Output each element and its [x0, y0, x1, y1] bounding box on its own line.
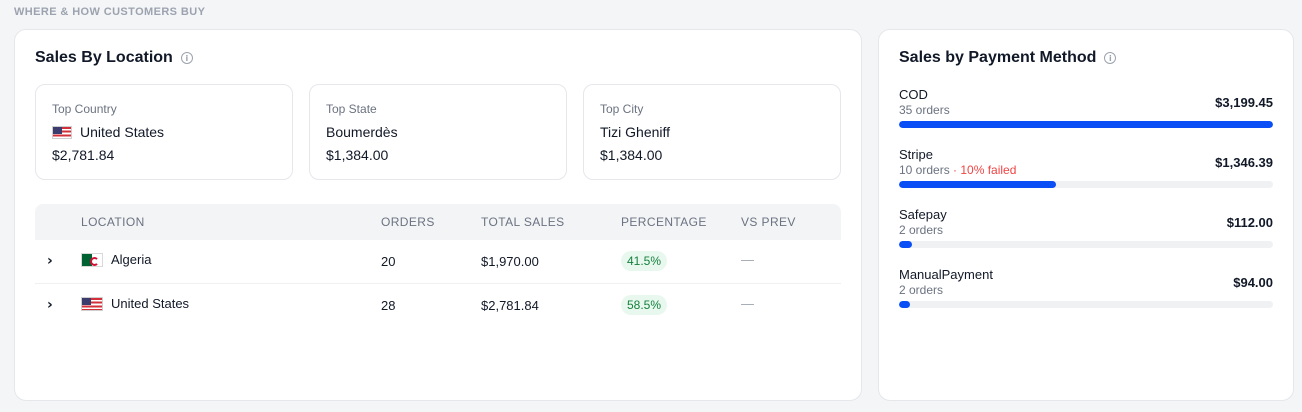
payment-method-name: Safepay: [899, 207, 947, 222]
payment-method-name: COD: [899, 87, 928, 102]
top-city-label: Top City: [600, 102, 644, 116]
top-city-box: Top City Tizi Gheniff $1,384.00: [583, 84, 841, 180]
top-state-box: Top State Boumerdès $1,384.00: [309, 84, 567, 180]
us-flag-icon: [81, 296, 103, 311]
payment-method-amount: $1,346.39: [1215, 155, 1273, 170]
orders-cell: 28: [381, 298, 396, 313]
column-header-percentage[interactable]: PERCENTAGE: [621, 215, 707, 229]
column-header-total-sales[interactable]: TOTAL SALES: [481, 215, 565, 229]
top-state-value: Boumerdès: [326, 124, 398, 140]
info-icon[interactable]: i: [180, 52, 193, 64]
card-title: Sales by Payment Method i: [899, 49, 1117, 67]
us-flag-icon: [52, 125, 72, 139]
vs-prev-cell: —: [741, 252, 754, 267]
sales-by-payment-method-title: Sales by Payment Method: [899, 49, 1097, 66]
percentage-badge: 58.5%: [621, 295, 668, 315]
top-country-value: United States: [80, 124, 165, 140]
orders-count: 35 orders: [899, 103, 950, 117]
sales-by-payment-method-card: Sales by Payment Method i COD 35 orders …: [878, 29, 1294, 401]
payment-method-name: Stripe: [899, 147, 933, 162]
top-city-value: Tizi Gheniff: [600, 124, 671, 140]
payment-method-orders: 10 orders · 10% failed: [899, 163, 1016, 177]
progress-fill: [899, 241, 913, 248]
payment-method-orders: 2 orders: [899, 223, 943, 237]
failed-rate: · 10% failed: [949, 163, 1017, 177]
location-cell: Algeria: [81, 252, 151, 267]
section-title: WHERE & HOW CUSTOMERS BUY: [14, 6, 206, 18]
location-cell: United States: [81, 296, 189, 311]
table-row[interactable]: › United States 28 $2,781.84 58.5% —: [35, 284, 841, 328]
dz-flag-icon: [81, 252, 103, 267]
top-country-amount: $2,781.84: [52, 147, 115, 163]
vs-prev-cell: —: [741, 296, 754, 311]
payment-method-orders: 2 orders: [899, 283, 943, 297]
location-table: LOCATION ORDERS TOTAL SALES PERCENTAGE V…: [35, 204, 841, 328]
progress-fill: [899, 121, 1273, 128]
sales-by-location-card: Sales By Location i Top Country United S…: [14, 29, 862, 401]
payment-method-orders: 35 orders: [899, 103, 950, 117]
total-sales-cell: $2,781.84: [481, 298, 539, 313]
progress-track: [899, 121, 1273, 128]
sales-by-location-title: Sales By Location: [35, 49, 173, 66]
total-sales-cell: $1,970.00: [481, 254, 539, 269]
orders-count: 2 orders: [899, 223, 944, 237]
card-title: Sales By Location i: [35, 49, 193, 67]
progress-track: [899, 181, 1273, 188]
location-name: Algeria: [111, 252, 152, 267]
orders-count: 10 orders: [899, 163, 950, 177]
payment-method-amount: $94.00: [1233, 275, 1273, 290]
top-country-box: Top Country United States $2,781.84: [35, 84, 293, 180]
column-header-location[interactable]: LOCATION: [81, 215, 145, 229]
progress-track: [899, 301, 1273, 308]
payment-method-name: ManualPayment: [899, 267, 993, 282]
column-header-vs-prev[interactable]: VS PREV: [741, 215, 796, 229]
progress-fill: [899, 181, 1057, 188]
info-icon[interactable]: i: [1104, 52, 1117, 64]
payment-method-amount: $112.00: [1226, 215, 1273, 230]
top-city-amount: $1,384.00: [600, 147, 663, 163]
progress-fill: [899, 301, 911, 308]
top-state-label: Top State: [326, 102, 377, 116]
payment-method-amount: $3,199.45: [1215, 95, 1273, 110]
chevron-right-icon[interactable]: ›: [47, 253, 59, 269]
percentage-badge: 41.5%: [621, 251, 668, 271]
progress-track: [899, 241, 1273, 248]
chevron-right-icon[interactable]: ›: [47, 297, 59, 313]
table-row[interactable]: › Algeria 20 $1,970.00 41.5% —: [35, 240, 841, 284]
table-header: LOCATION ORDERS TOTAL SALES PERCENTAGE V…: [35, 204, 841, 240]
orders-count: 2 orders: [899, 283, 944, 297]
orders-cell: 20: [381, 254, 396, 269]
top-country-name: United States: [52, 124, 164, 140]
column-header-orders[interactable]: ORDERS: [381, 215, 435, 229]
top-country-label: Top Country: [52, 102, 117, 116]
top-state-amount: $1,384.00: [326, 147, 389, 163]
location-name: United States: [111, 296, 190, 311]
